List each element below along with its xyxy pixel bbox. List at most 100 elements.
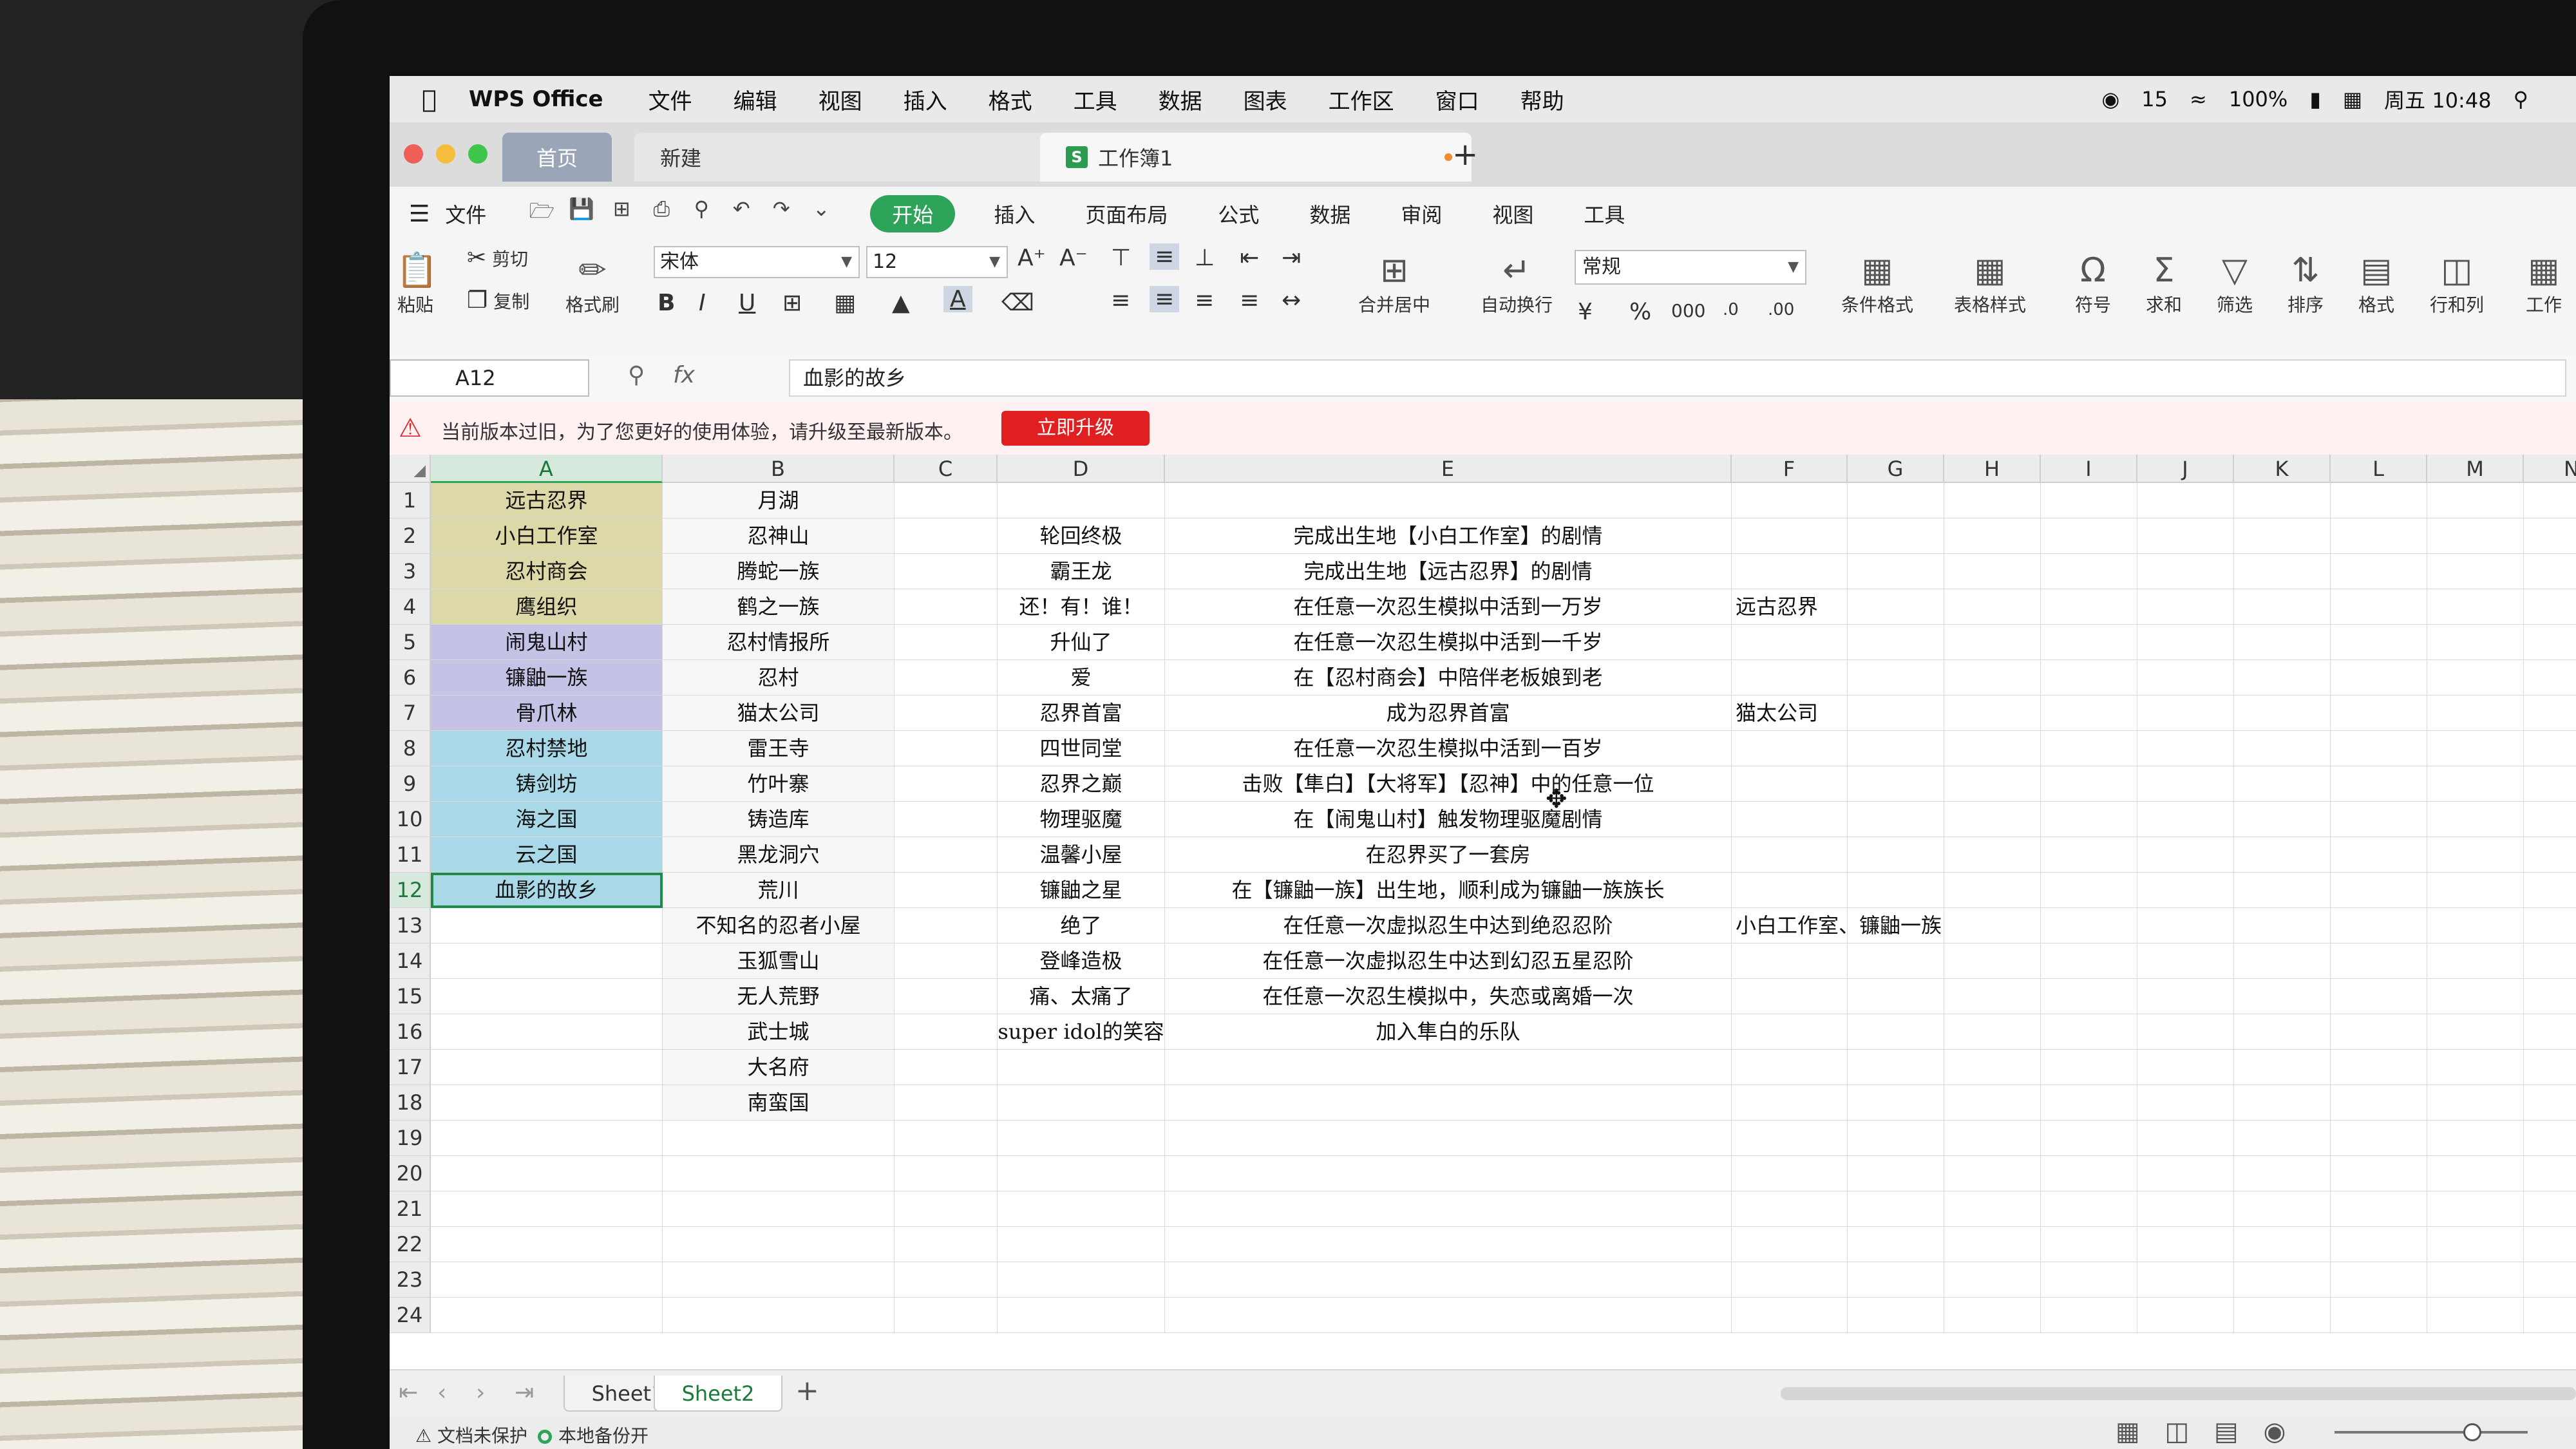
cell-a22[interactable] [431,1227,663,1262]
table-style-button[interactable]: ▦ 表格样式 [1942,250,2038,317]
cell-f1[interactable] [1732,483,1848,518]
tab-new[interactable]: 新建 [634,133,1072,182]
cell-d22[interactable] [998,1227,1165,1262]
wechat-icon[interactable]: ◉ [2101,87,2119,111]
cell-j18[interactable] [2137,1085,2234,1121]
decrease-indent-icon[interactable]: ⇤ [1240,245,1259,271]
save-icon[interactable]: 💾 [565,196,598,231]
cell-c22[interactable] [895,1227,998,1262]
cell-g13[interactable] [1848,908,1944,943]
cell-j5[interactable] [2137,625,2234,660]
cell-n13[interactable] [2524,908,2576,943]
cell-n6[interactable] [2524,660,2576,696]
increase-decimal-icon[interactable]: .0 [1723,300,1739,319]
cell-b15[interactable]: 无人荒野 [663,979,895,1014]
cell-k20[interactable] [2234,1156,2331,1191]
cell-k21[interactable] [2234,1191,2331,1227]
cell-b1[interactable]: 月湖 [663,483,895,518]
copy-button[interactable]: ❐ 复制 [467,287,544,314]
cell-g17[interactable] [1848,1050,1944,1085]
cell-k16[interactable] [2234,1014,2331,1050]
cell-k1[interactable] [2234,483,2331,518]
cell-l22[interactable] [2331,1227,2427,1262]
tab-review[interactable]: 审阅 [1401,199,1442,229]
cell-h10[interactable] [1944,802,2041,837]
cell-c6[interactable] [895,660,998,696]
cell-e7[interactable]: 成为忍界首富 [1165,696,1732,731]
cell-g10[interactable] [1848,802,1944,837]
underline-icon[interactable]: U [739,290,755,316]
spotlight-search-icon[interactable]: ⚲ [2514,87,2528,111]
cell-c2[interactable] [895,518,998,554]
cell-m13[interactable] [2427,908,2524,943]
sort-button[interactable]: ⇅ 排序 [2277,250,2334,317]
align-bottom-icon[interactable]: ⊥ [1195,245,1215,271]
cell-k10[interactable] [2234,802,2331,837]
cell-d23[interactable] [998,1262,1165,1298]
menu-view[interactable]: 视图 [819,84,862,115]
cell-g9[interactable] [1848,766,1944,802]
cell-i3[interactable] [2041,554,2137,589]
cell-n5[interactable] [2524,625,2576,660]
tab-page-layout[interactable]: 页面布局 [1085,199,1168,229]
cell-f11[interactable] [1732,837,1848,873]
cell-g23[interactable] [1848,1262,1944,1298]
cell-c13[interactable] [895,908,998,943]
cell-b2[interactable]: 忍神山 [663,518,895,554]
cell-c3[interactable] [895,554,998,589]
cell-m11[interactable] [2427,837,2524,873]
cell-c17[interactable] [895,1050,998,1085]
cell-i13[interactable] [2041,908,2137,943]
export-icon[interactable]: ⊞ [605,196,638,231]
cell-f18[interactable] [1732,1085,1848,1121]
cell-i14[interactable] [2041,943,2137,979]
cell-c15[interactable] [895,979,998,1014]
cell-n22[interactable] [2524,1227,2576,1262]
row-header[interactable]: 8 [390,731,431,766]
cell-j24[interactable] [2137,1298,2234,1333]
cell-n8[interactable] [2524,731,2576,766]
cell-j14[interactable] [2137,943,2234,979]
redo-icon[interactable]: ↷ [764,196,798,231]
cell-j19[interactable] [2137,1121,2234,1156]
cell-a19[interactable] [431,1121,663,1156]
bold-icon[interactable]: B [658,290,675,316]
cell-f15[interactable] [1732,979,1848,1014]
cell-k12[interactable] [2234,873,2331,908]
horizontal-scrollbar[interactable] [1781,1387,2576,1400]
cell-l15[interactable] [2331,979,2427,1014]
cell-j13[interactable] [2137,908,2234,943]
cell-l18[interactable] [2331,1085,2427,1121]
cell-n12[interactable] [2524,873,2576,908]
align-middle-icon[interactable]: ≡ [1150,243,1180,270]
cell-j16[interactable] [2137,1014,2234,1050]
cell-e17[interactable] [1165,1050,1732,1085]
cell-i16[interactable] [2041,1014,2137,1050]
cell-e2[interactable]: 完成出生地【小白工作室】的剧情 [1165,518,1732,554]
column-header-k[interactable]: K [2234,455,2331,483]
cell-b23[interactable] [663,1262,895,1298]
spreadsheet-grid[interactable]: ◢ A B C D E F G H I J K L M N 1 远古忍界 月湖 2 小白工作室 忍神山 轮回终极 完成出生… [390,455,2576,1369]
cell-l16[interactable] [2331,1014,2427,1050]
cell-b20[interactable] [663,1156,895,1191]
menu-data[interactable]: 数据 [1159,84,1202,115]
cell-a15[interactable] [431,979,663,1014]
cell-d6[interactable]: 爱 [998,660,1165,696]
cell-c23[interactable] [895,1262,998,1298]
cell-f23[interactable] [1732,1262,1848,1298]
cell-a20[interactable] [431,1156,663,1191]
cell-d16[interactable]: super idol的笑容 [998,1014,1165,1050]
cell-n15[interactable] [2524,979,2576,1014]
cell-c12[interactable] [895,873,998,908]
tab-home[interactable]: 首页 [502,133,612,182]
menu-edit[interactable]: 编辑 [734,84,777,115]
cell-e13[interactable]: 在任意一次虚拟忍生中达到绝忍忍阶 [1165,908,1732,943]
cell-c4[interactable] [895,589,998,625]
cell-l21[interactable] [2331,1191,2427,1227]
cell-g20[interactable] [1848,1156,1944,1191]
fill-color-icon[interactable]: ▲ [892,290,910,316]
cell-e14[interactable]: 在任意一次虚拟忍生中达到幻忍五星忍阶 [1165,943,1732,979]
cell-j22[interactable] [2137,1227,2234,1262]
cell-f9[interactable] [1732,766,1848,802]
doc-protection-status[interactable]: ⚠ 文档未保护 [415,1422,527,1448]
